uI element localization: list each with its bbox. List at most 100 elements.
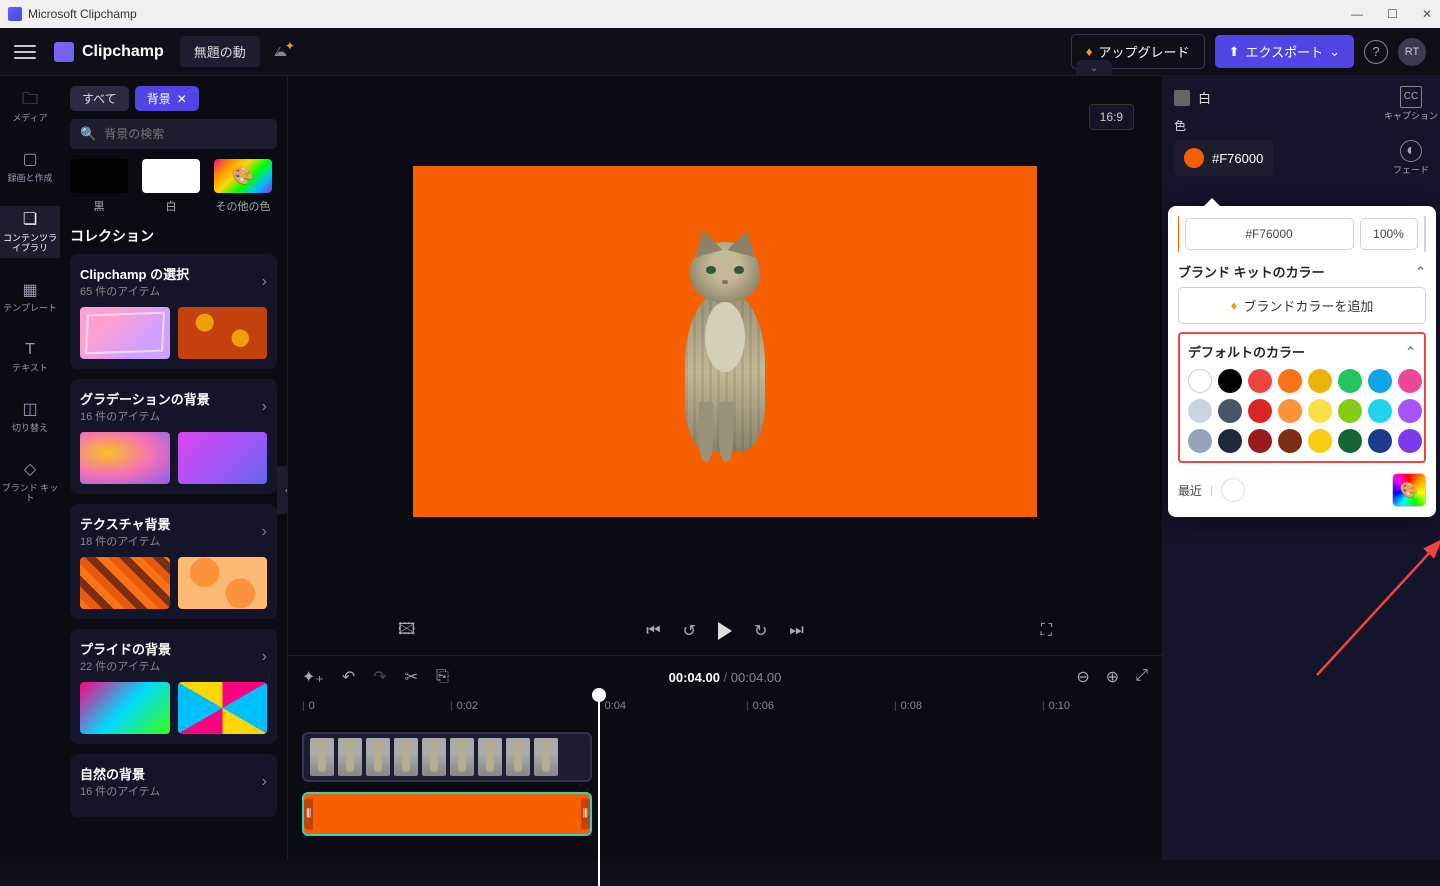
playhead[interactable] <box>598 696 600 886</box>
skip-forward-icon[interactable]: ⏭ <box>789 622 803 640</box>
rewind-icon[interactable]: ↺ <box>683 621 696 641</box>
close-icon[interactable]: ✕ <box>1422 7 1432 21</box>
chevron-right-icon[interactable]: › <box>262 648 267 666</box>
chevron-up-icon[interactable]: ⌃ <box>1405 344 1416 360</box>
nav-brandkit[interactable]: ◇ブランド キット <box>0 456 60 509</box>
bg-other[interactable]: その他の色 <box>214 159 272 214</box>
thumbnail[interactable] <box>178 432 268 484</box>
thumbnail[interactable] <box>80 432 170 484</box>
custom-color-button[interactable] <box>1392 473 1426 507</box>
video-preview[interactable] <box>413 166 1037 517</box>
collection-card[interactable]: 自然の背景16 件のアイテム› <box>70 754 277 817</box>
bg-white[interactable]: 白 <box>142 159 200 214</box>
default-swatch[interactable] <box>1398 369 1422 393</box>
default-swatch[interactable] <box>1338 399 1362 423</box>
video-clip[interactable] <box>302 732 592 782</box>
forward-icon[interactable]: ↻ <box>754 621 767 641</box>
fullscreen-icon[interactable]: ⛶ <box>1041 622 1052 640</box>
undo-icon[interactable]: ↶ <box>342 667 355 687</box>
nav-media[interactable]: 🗀メディア <box>0 86 60 128</box>
minimize-icon[interactable]: — <box>1351 7 1363 21</box>
thumbnail[interactable] <box>178 557 268 609</box>
default-swatch[interactable] <box>1398 399 1422 423</box>
search-input[interactable] <box>104 127 267 141</box>
collection-card[interactable]: プライドの背景22 件のアイテム› <box>70 629 277 744</box>
add-brand-color-button[interactable]: ♦ブランドカラーを追加 <box>1178 287 1426 324</box>
default-swatch[interactable] <box>1248 399 1272 423</box>
default-swatch[interactable] <box>1248 369 1272 393</box>
default-swatch[interactable] <box>1188 399 1212 423</box>
default-swatch[interactable] <box>1218 369 1242 393</box>
play-button[interactable] <box>718 622 732 640</box>
maximize-icon[interactable]: ☐ <box>1387 7 1398 21</box>
chevron-right-icon[interactable]: › <box>262 273 267 291</box>
project-name[interactable]: 無題の動 <box>180 36 260 67</box>
hex-input[interactable] <box>1185 218 1354 250</box>
chevron-up-icon[interactable]: ⌃ <box>1415 264 1426 280</box>
nav-library[interactable]: ❏コンテンツライブラリ <box>0 206 60 259</box>
timeline-ruler[interactable]: 0 0:02 0:04 0:06 0:08 0:10 <box>288 698 1162 724</box>
recent-swatch[interactable] <box>1221 478 1245 502</box>
default-swatch[interactable] <box>1218 399 1242 423</box>
default-swatch[interactable] <box>1278 369 1302 393</box>
help-button[interactable]: ? <box>1364 40 1388 64</box>
default-swatch[interactable] <box>1368 369 1392 393</box>
nav-transitions[interactable]: ◫切り替え <box>0 396 60 438</box>
default-swatch[interactable] <box>1248 429 1272 453</box>
zoom-out-icon[interactable]: ⊖ <box>1076 667 1089 687</box>
opacity-input[interactable] <box>1360 218 1418 250</box>
default-swatch[interactable] <box>1308 369 1332 393</box>
skip-back-icon[interactable]: ⏮ <box>646 622 660 640</box>
redo-icon[interactable]: ↷ <box>373 667 386 687</box>
thumbnail[interactable] <box>80 307 170 359</box>
collection-card[interactable]: Clipchamp の選択65 件のアイテム› <box>70 254 277 369</box>
default-swatch[interactable] <box>1188 429 1212 453</box>
expand-timeline[interactable]: ⌄ <box>1076 60 1112 76</box>
collapse-panel-button[interactable]: ‹ <box>277 466 288 514</box>
default-swatch[interactable] <box>1368 429 1392 453</box>
filter-all[interactable]: すべて <box>70 86 129 111</box>
duplicate-icon[interactable]: ⎘ <box>436 668 449 686</box>
nav-templates[interactable]: ▦テンプレート <box>0 276 60 318</box>
thumbnail[interactable] <box>80 557 170 609</box>
bg-black[interactable]: 黒 <box>70 159 128 214</box>
brandkit-icon: ◇ <box>19 460 41 480</box>
default-swatch[interactable] <box>1338 429 1362 453</box>
zoom-in-icon[interactable]: ⊕ <box>1106 667 1119 687</box>
default-swatch[interactable] <box>1308 429 1332 453</box>
tab-captions[interactable]: CCキャプション <box>1384 86 1438 122</box>
split-icon[interactable]: ✂ <box>405 667 418 687</box>
thumbnail[interactable] <box>80 682 170 734</box>
filter-background[interactable]: 背景✕ <box>135 86 199 111</box>
magic-icon[interactable]: ✦₊ <box>302 667 324 687</box>
collection-card[interactable]: グラデーションの背景16 件のアイテム› <box>70 379 277 494</box>
default-swatch[interactable] <box>1188 369 1212 393</box>
tab-fade[interactable]: ◐フェード <box>1393 140 1429 176</box>
remove-filter-icon[interactable]: ✕ <box>177 92 187 106</box>
default-swatch[interactable] <box>1308 399 1332 423</box>
thumbnail[interactable] <box>178 307 268 359</box>
default-swatch[interactable] <box>1338 369 1362 393</box>
thumbnail[interactable] <box>178 682 268 734</box>
chevron-right-icon[interactable]: › <box>262 523 267 541</box>
nav-text[interactable]: Tテキスト <box>0 336 60 378</box>
background-clip[interactable] <box>302 792 592 836</box>
default-swatch[interactable] <box>1278 429 1302 453</box>
default-swatch[interactable] <box>1278 399 1302 423</box>
chevron-right-icon[interactable]: › <box>262 398 267 416</box>
avatar[interactable]: RT <box>1398 38 1426 66</box>
nav-record[interactable]: ▢録画と作成 <box>0 146 60 188</box>
export-button[interactable]: ⬆ エクスポート ⌄ <box>1215 35 1354 68</box>
default-swatch[interactable] <box>1398 429 1422 453</box>
fit-icon[interactable]: ⤢ <box>1135 667 1148 687</box>
default-swatch[interactable] <box>1368 399 1392 423</box>
collection-card[interactable]: テクスチャ背景18 件のアイテム› <box>70 504 277 619</box>
aspect-ratio[interactable]: 16:9 <box>1089 104 1134 130</box>
chevron-right-icon[interactable]: › <box>262 773 267 791</box>
no-color-button[interactable] <box>1424 216 1426 252</box>
mute-icon[interactable]: 🖾 <box>398 618 415 645</box>
default-swatch[interactable] <box>1218 429 1242 453</box>
search-input-wrapper[interactable]: 🔍 <box>70 119 277 149</box>
menu-button[interactable] <box>14 45 36 59</box>
color-picker-trigger[interactable]: #F76000 <box>1174 140 1273 176</box>
